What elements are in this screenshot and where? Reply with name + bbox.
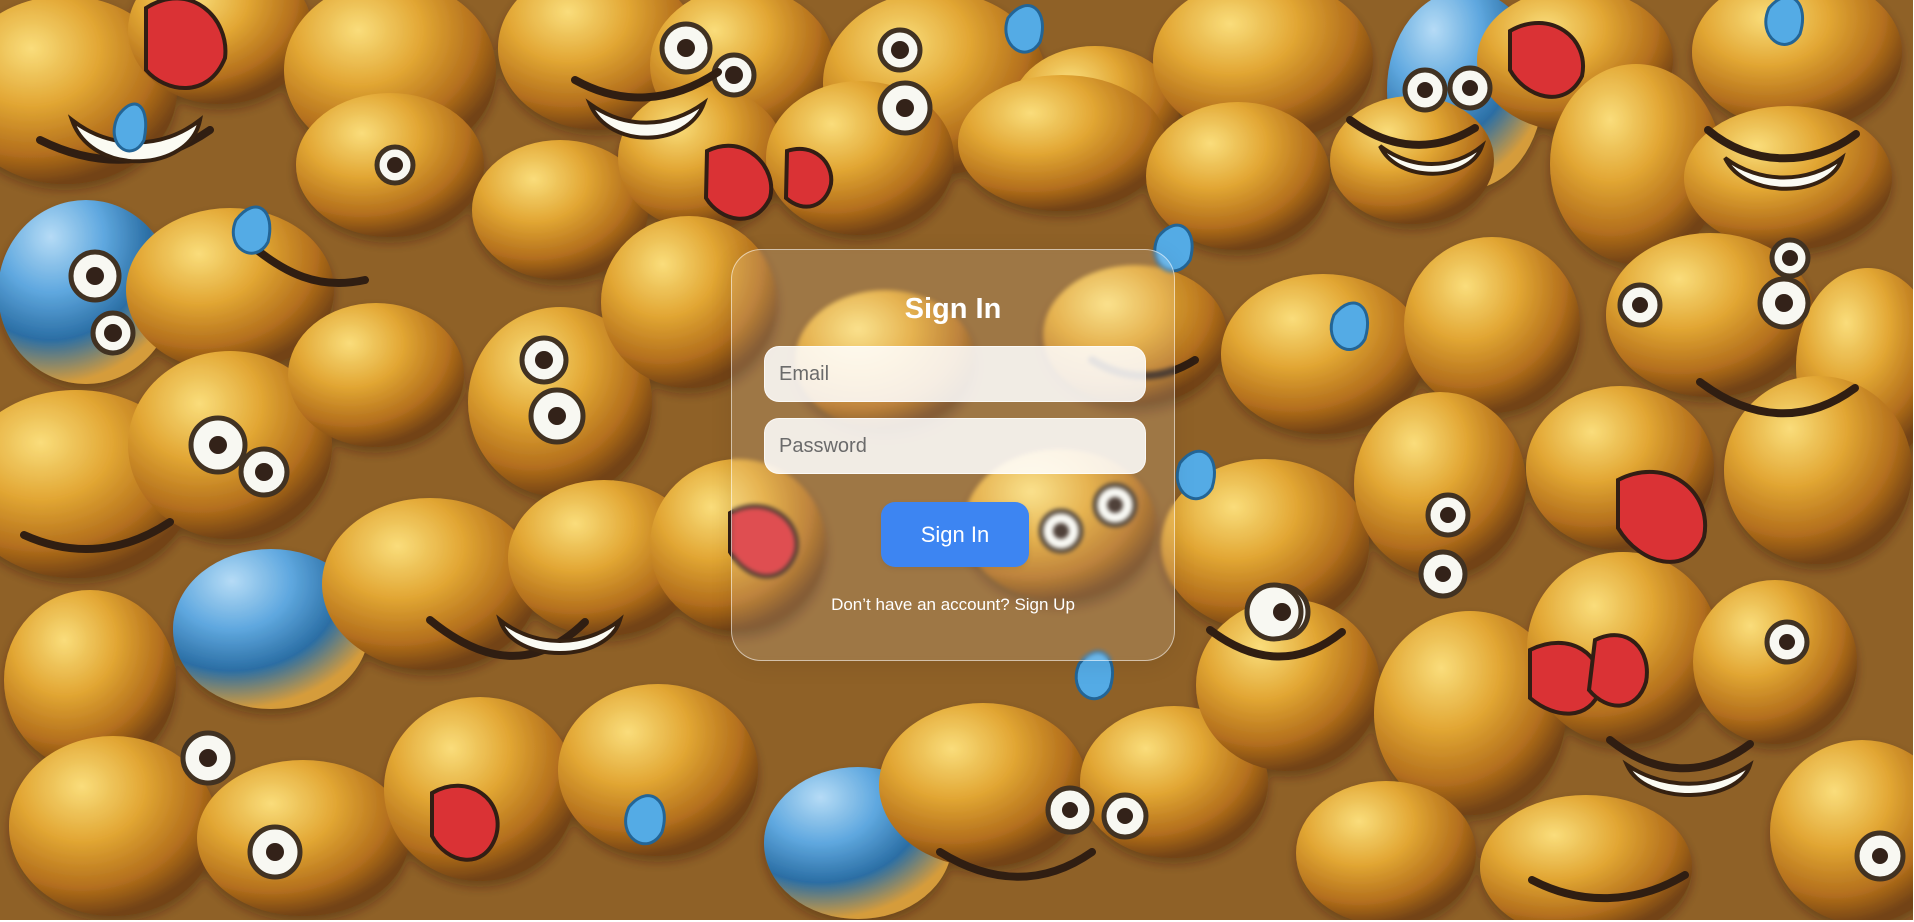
email-input[interactable] [764,346,1146,402]
signup-prompt-text: Don’t have an account? [831,595,1010,614]
password-input[interactable] [764,418,1146,474]
signin-page: Sign In Sign In Don’t have an account? S… [0,0,1914,922]
sign-in-button[interactable]: Sign In [881,502,1029,567]
signup-prompt: Don’t have an account? Sign Up [732,594,1174,616]
signin-title: Sign In [904,293,1002,325]
signin-card: Sign In Sign In Don’t have an account? S… [731,249,1175,661]
sign-up-link[interactable]: Sign Up [1014,595,1074,614]
